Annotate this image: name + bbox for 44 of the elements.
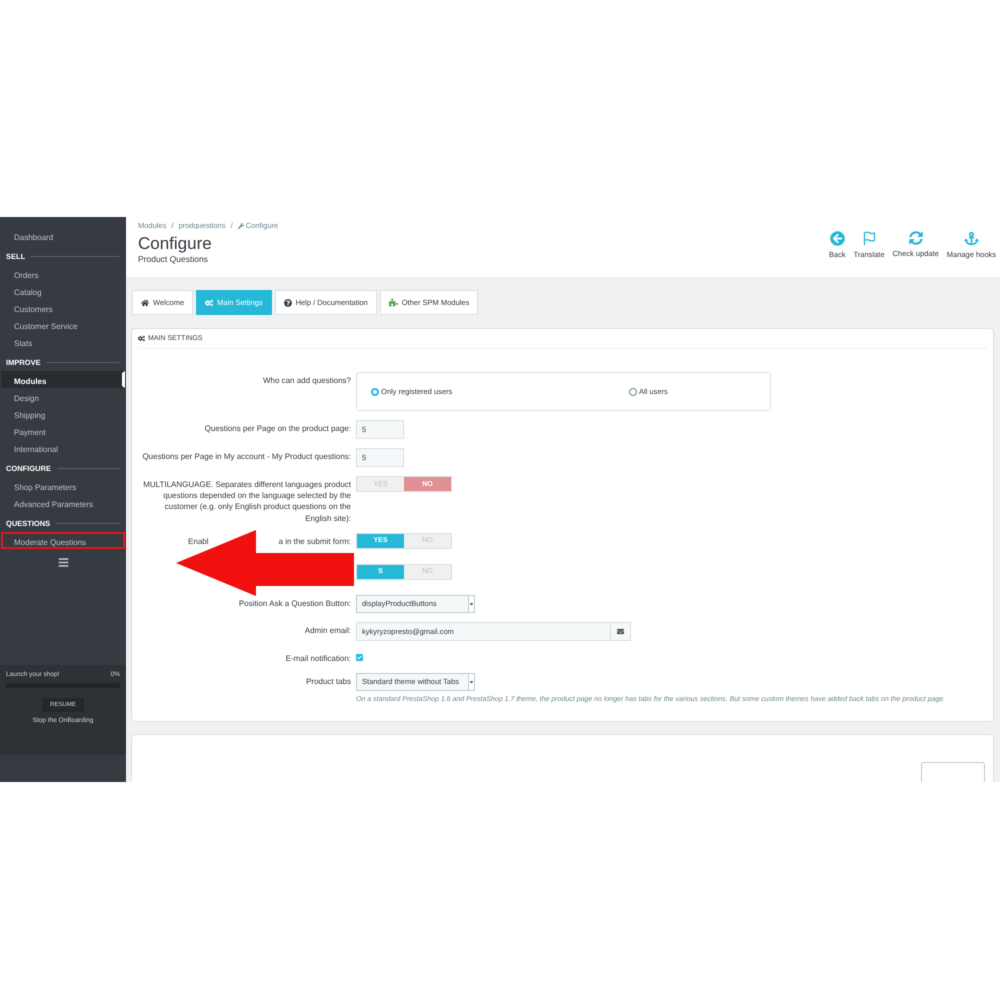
radio-button[interactable]	[371, 388, 379, 396]
sidebar-item[interactable]: Dashboard	[1, 227, 125, 244]
help-icon	[284, 298, 292, 306]
field-label: E-mail notification:	[286, 652, 351, 664]
puzzle-icon	[388, 298, 398, 307]
sidebar-item[interactable]: Stats	[1, 333, 125, 350]
field-label: MULTILANGUAGE. Separates different languages product questions depended on the language selected by the customer (e.g. only English product questions on the English site):	[142, 479, 351, 524]
gears-icon	[205, 298, 214, 306]
sidebar-item[interactable]: International	[1, 439, 125, 456]
field-label: Product tabs	[306, 676, 351, 688]
page-subtitle: Product Questions	[138, 254, 209, 264]
field-label: a in the submit form:	[278, 536, 351, 547]
sidebar-item[interactable]: Payment	[1, 422, 125, 439]
field-label: Admin email:	[304, 624, 351, 636]
sidebar-item[interactable]: Advanced Parameters	[1, 494, 125, 511]
envelope-icon	[617, 628, 624, 635]
page-title: Configure	[138, 234, 213, 254]
field-label: Position Ask a Question Button:	[238, 598, 351, 609]
sidebar-item[interactable]: Customers	[1, 299, 125, 316]
caret-icon	[469, 678, 474, 685]
field-label: Questions per Page in My account - My Product questions:	[142, 451, 351, 462]
refresh-icon	[908, 231, 923, 245]
gears-icon	[138, 335, 145, 342]
field-label: Questions per Page on the product page:	[204, 423, 351, 434]
anchor-icon	[964, 231, 979, 246]
sidebar-item[interactable]: Customer Service	[1, 316, 125, 333]
wrench-icon	[238, 222, 244, 228]
sidebar-item[interactable]: Orders	[1, 265, 125, 282]
checkbox[interactable]	[356, 654, 363, 661]
back-icon	[830, 231, 845, 246]
radio-button[interactable]	[629, 388, 637, 396]
field-label: Enabl	[188, 536, 209, 547]
sidebar-item[interactable]: Design	[1, 388, 125, 405]
sidebar-item[interactable]: Catalog	[1, 282, 125, 299]
caret-icon	[469, 600, 474, 607]
field-label: Who can add questions?	[262, 375, 351, 386]
menu-icon[interactable]	[58, 557, 68, 568]
home-icon	[141, 298, 149, 306]
check-icon	[357, 654, 362, 660]
sidebar-item[interactable]: Shop Parameters	[1, 477, 125, 494]
flag-icon	[862, 231, 876, 246]
sidebar-item[interactable]: Shipping	[1, 405, 125, 422]
sidebar-item[interactable]: Modules	[1, 371, 125, 388]
sidebar-item[interactable]: Moderate Questions	[1, 532, 125, 549]
